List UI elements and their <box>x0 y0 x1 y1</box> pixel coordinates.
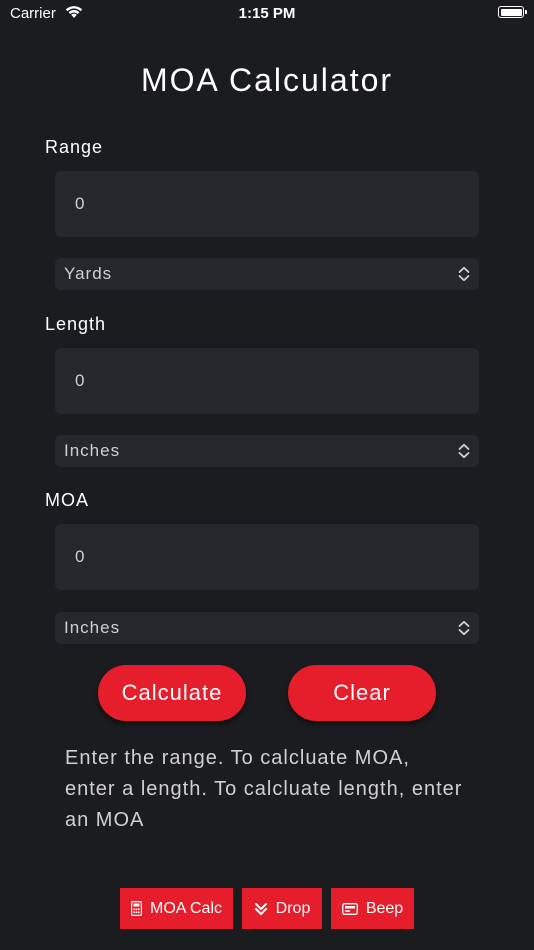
tab-moa-calc[interactable]: MOA Calc <box>120 888 233 929</box>
moa-unit-select[interactable]: Inches <box>55 612 479 644</box>
battery-icon <box>498 6 527 18</box>
clear-button[interactable]: Clear <box>288 665 436 721</box>
calculator-icon <box>130 901 142 916</box>
double-chevron-down-icon <box>254 902 267 915</box>
tab-beep[interactable]: Beep <box>331 888 414 929</box>
moa-input[interactable]: 0 <box>55 524 479 590</box>
range-unit-value: Yards <box>64 264 113 283</box>
status-time: 1:15 PM <box>238 5 296 22</box>
calculate-button[interactable]: Calculate <box>98 665 246 721</box>
tab-drop[interactable]: Drop <box>242 888 322 929</box>
length-unit-value: Inches <box>64 441 121 460</box>
length-input[interactable]: 0 <box>55 348 479 414</box>
help-text: Enter the range. To calcluate MOA, enter… <box>65 747 463 831</box>
pager-icon <box>341 902 358 915</box>
moa-unit-value: Inches <box>64 618 121 637</box>
status-bar: Carrier 1:15 PM <box>0 0 534 28</box>
chevron-up-down-icon <box>458 620 470 636</box>
length-label: Length <box>45 314 107 334</box>
tab-moa-calc-label: MOA Calc <box>149 899 222 917</box>
range-input[interactable]: 0 <box>55 171 479 237</box>
length-unit-select[interactable]: Inches <box>55 435 479 467</box>
tab-drop-label: Drop <box>275 899 311 917</box>
moa-input-value: 0 <box>75 547 86 566</box>
tab-beep-label: Beep <box>365 899 404 917</box>
range-unit-select[interactable]: Yards <box>55 258 479 290</box>
chevron-up-down-icon <box>458 266 470 282</box>
range-input-value: 0 <box>75 194 86 213</box>
page-title: MOA Calculator <box>140 62 394 98</box>
chevron-up-down-icon <box>458 443 470 459</box>
moa-label: MOA <box>45 490 90 510</box>
length-input-value: 0 <box>75 371 86 390</box>
range-label: Range <box>45 137 104 157</box>
